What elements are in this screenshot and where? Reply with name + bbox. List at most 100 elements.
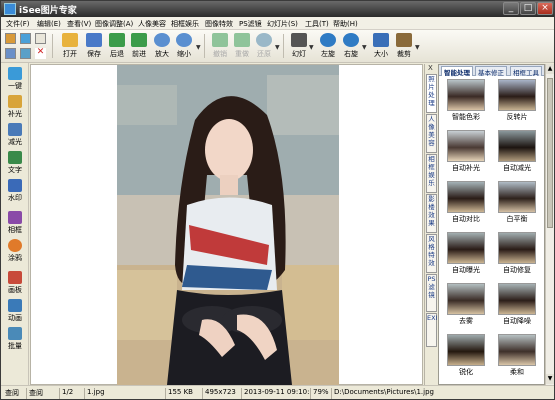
rotate-right-button[interactable]: 右旋: [338, 33, 364, 61]
portrait-photo[interactable]: [117, 65, 339, 385]
status-timestamp: 2013-09-11 09:10:08: [241, 388, 309, 399]
menu-frame-fun[interactable]: 相框娱乐: [171, 19, 199, 29]
tab-studio-effects[interactable]: 影楼效果: [426, 194, 437, 233]
tab-frame-fun[interactable]: 相框娱乐: [426, 154, 437, 193]
zoom-out-button[interactable]: 缩小: [171, 33, 197, 61]
back-icon: [109, 33, 125, 47]
rotate-dropdown-arrow-icon[interactable]: ▼: [362, 44, 367, 51]
tab-exif[interactable]: EXIF: [426, 313, 441, 347]
tool-batch[interactable]: 批量: [3, 327, 27, 353]
tab-style-effects[interactable]: 风格特效: [426, 234, 437, 273]
effect-thumbnail[interactable]: 白平衡: [494, 181, 540, 223]
tool-frame[interactable]: 相框: [3, 211, 27, 237]
menu-help[interactable]: 帮助(H): [333, 19, 358, 29]
effect-preview-image: [447, 283, 485, 315]
tab-frame-tools[interactable]: 相框工具: [510, 66, 542, 77]
tool-doodle[interactable]: 涂鸦: [3, 239, 27, 265]
tool-animation[interactable]: 动画: [3, 299, 27, 325]
restore-dropdown-arrow-icon[interactable]: ▼: [275, 44, 280, 51]
window-title: iSee图片专家: [19, 6, 77, 16]
menu-tools[interactable]: 工具(T): [305, 19, 329, 29]
effect-preview-image: [498, 232, 536, 264]
save-icon: [86, 33, 102, 47]
slideshow-dropdown-arrow-icon[interactable]: ▼: [309, 44, 314, 51]
menu-file[interactable]: 文件(F): [6, 19, 30, 29]
forward-icon: [131, 33, 147, 47]
zoom-out-icon: [176, 33, 192, 47]
menu-edit[interactable]: 编辑(E): [37, 19, 61, 29]
app-window: iSee图片专家 _ □ × 文件(F) 编辑(E) 查看(V) 图像调整(A)…: [0, 0, 555, 400]
tool-watermark[interactable]: 水印: [3, 179, 27, 205]
frame-icon: [8, 211, 22, 224]
effect-thumbnail[interactable]: 柔和: [494, 334, 540, 376]
menu-slideshow[interactable]: 幻灯片(S): [267, 19, 298, 29]
open-small-icon[interactable]: [5, 33, 16, 44]
effect-preview-image: [447, 130, 485, 162]
status-zoom: 79%: [310, 388, 330, 399]
maximize-button[interactable]: □: [520, 2, 536, 15]
tab-basic-correction[interactable]: 基本修正: [475, 66, 507, 77]
effect-preview-image: [498, 130, 536, 162]
tool-text[interactable]: 文字: [3, 151, 27, 177]
crop-icon: [396, 33, 412, 47]
tool-one-click[interactable]: 一键: [3, 67, 27, 93]
effect-thumbnail[interactable]: 自动对比: [443, 181, 489, 223]
tab-portrait-beauty[interactable]: 人像美容: [426, 114, 437, 153]
restore-button[interactable]: 还原: [251, 33, 277, 61]
menu-view[interactable]: 查看(V): [67, 19, 91, 29]
scroll-thumb[interactable]: [547, 78, 553, 228]
image-canvas[interactable]: [30, 64, 423, 385]
toolbar-separator: [283, 34, 284, 58]
effect-thumbnail[interactable]: 自动减光: [494, 130, 540, 172]
scroll-down-icon[interactable]: ▼: [546, 374, 554, 384]
effect-thumbnail[interactable]: 自动降噪: [494, 283, 540, 325]
effect-preview-image: [447, 232, 485, 264]
close-button[interactable]: ×: [537, 2, 553, 15]
image-view-icon[interactable]: [20, 48, 31, 59]
effect-thumbnail[interactable]: 自动修复: [494, 232, 540, 274]
toolbar-separator: [204, 34, 205, 58]
status-file-name: 1.jpg: [84, 388, 164, 399]
effect-thumbnail[interactable]: 智能色彩: [443, 79, 489, 121]
effect-thumbnail[interactable]: 锐化: [443, 334, 489, 376]
tab-ps-filter[interactable]: PS滤镜: [426, 274, 437, 312]
effect-preview-image: [498, 79, 536, 111]
select-icon[interactable]: [35, 33, 46, 44]
crop-button[interactable]: 裁剪: [391, 33, 417, 61]
tool-reduce-light[interactable]: 减光: [3, 123, 27, 149]
menu-image-effects[interactable]: 图像特效: [205, 19, 233, 29]
crop-dropdown-arrow-icon[interactable]: ▼: [415, 44, 420, 51]
close-panel-icon[interactable]: X: [428, 64, 433, 72]
status-mode-secondary: 查阅: [26, 388, 58, 399]
delete-icon[interactable]: ✕: [35, 48, 46, 59]
open-button[interactable]: 打开: [57, 33, 83, 61]
tab-photo-processing[interactable]: 照片处理: [426, 74, 437, 113]
effects-panel: 智能处理 基本修正 相框工具 智能色彩 反转片 自动补光 自动减光 自动对比 白…: [438, 64, 545, 385]
scroll-up-icon[interactable]: ▲: [546, 64, 554, 74]
toolbar-separator: [52, 34, 53, 58]
tab-smart-processing[interactable]: 智能处理: [441, 66, 473, 77]
effects-panel-scrollbar[interactable]: ▲ ▼: [545, 64, 554, 385]
browse-icon[interactable]: [20, 33, 31, 44]
menu-ps-filter[interactable]: PS滤镜: [239, 19, 262, 29]
effect-preview-image: [498, 334, 536, 366]
status-mode: 查阅: [5, 389, 19, 397]
tool-drawing-board[interactable]: 画板: [3, 271, 27, 297]
menu-image-adjust[interactable]: 图像调整(A): [95, 19, 133, 29]
effect-thumbnail[interactable]: 自动曝光: [443, 232, 489, 274]
status-image-index: 1/2: [59, 388, 83, 399]
effect-thumbnail[interactable]: 自动补光: [443, 130, 489, 172]
rotate-left-icon: [320, 33, 336, 47]
minimize-button[interactable]: _: [503, 2, 519, 15]
tool-fill-light[interactable]: 补光: [3, 95, 27, 121]
effect-preview-image: [498, 283, 536, 315]
effect-preview-image: [498, 181, 536, 213]
status-bar: 查阅 查阅 1/2 1.jpg 155 KB 495x723 2013-09-1…: [1, 385, 554, 399]
doodle-icon: [8, 239, 22, 252]
menu-portrait-beauty[interactable]: 人像美容: [138, 19, 166, 29]
thumbnail-view-icon[interactable]: [5, 48, 16, 59]
zoom-dropdown-arrow-icon[interactable]: ▼: [196, 44, 201, 51]
effect-thumbnail[interactable]: 去雾: [443, 283, 489, 325]
effect-thumbnail[interactable]: 反转片: [494, 79, 540, 121]
open-folder-icon: [62, 33, 78, 47]
